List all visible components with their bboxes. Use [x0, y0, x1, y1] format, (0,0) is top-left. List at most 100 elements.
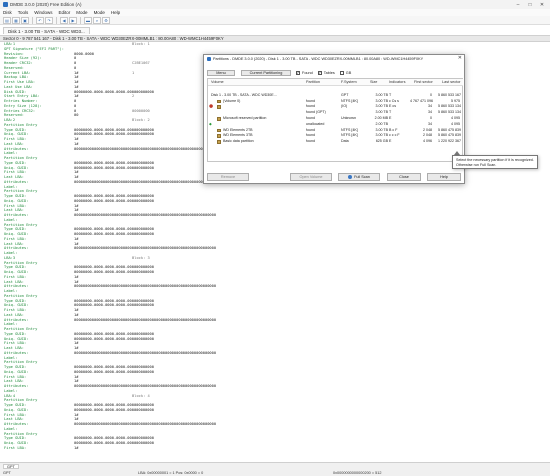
partition-last-sector: 5 860 475 839 — [438, 127, 461, 132]
col-first-sector[interactable]: First sector — [414, 80, 433, 84]
save-icon[interactable]: ▬ — [84, 16, 92, 24]
window-titlebar: DMDE 3.0.0 (2020) Free Edition (A) – □ ✕ — [0, 0, 550, 9]
open-disk-icon[interactable]: ▤ — [3, 16, 11, 24]
open-volume-button[interactable]: Open Volume — [290, 173, 332, 181]
col-volume[interactable]: Volume — [211, 80, 224, 84]
partition-indicators: c c c F — [389, 133, 400, 138]
status-offset: 0x0000000000000200 = 512 — [333, 471, 382, 475]
col-size[interactable]: Size — [370, 80, 377, 84]
partition-fs: Unknown — [341, 116, 356, 120]
dialog-titlebar: Partitions - DMDE 3.0.0 (2020) - Disk 1 … — [204, 55, 464, 62]
partition-size: 3.00 TB — [375, 110, 388, 115]
partition-first-sector: 34 — [428, 104, 432, 109]
menu-item-editor[interactable]: Editor — [59, 10, 71, 15]
partition-first-sector: 34 — [428, 110, 432, 115]
app-icon — [3, 2, 8, 7]
menu-item-disk[interactable]: Disk — [3, 10, 12, 15]
dialog-title: Partitions - DMDE 3.0.0 (2020) - Disk 1 … — [213, 56, 424, 61]
close-button[interactable]: Close — [387, 173, 421, 181]
partition-row[interactable]: Microsoft reserved partition found Unknown… — [208, 116, 463, 122]
current-partitioning-button[interactable]: Current Partitioning — [241, 69, 291, 76]
partition-row[interactable] — [208, 87, 463, 93]
full-scan-label: Full Scan — [354, 175, 370, 179]
menu-button[interactable]: Menu — [207, 69, 235, 76]
partition-status: found (GPT) — [306, 110, 326, 115]
partition-row[interactable]: Basic data partition found Data 625 GB E 4 09… — [208, 139, 463, 145]
partition-status: found — [306, 98, 315, 103]
partition-volume: Microsoft reserved partition — [223, 116, 267, 120]
col-last-sector[interactable]: Last sector — [442, 80, 461, 84]
disk-tab[interactable]: Disk 1 - 3.00 TB - SATA - WDC WD3... — [3, 26, 90, 34]
template-row[interactable]: First LBA: 1# — [4, 446, 544, 451]
window-controls: – □ ✕ — [512, 0, 548, 9]
dialog-app-icon — [207, 56, 211, 61]
partition-volume: Basic data partition — [223, 139, 254, 144]
col-fsystem[interactable]: F.System — [341, 80, 357, 84]
menu-item-help[interactable]: Help — [111, 10, 120, 15]
partition-row[interactable]: ◆ unallocated 2.00 TB 34 4 095 — [208, 122, 463, 128]
forward-icon[interactable]: ▶ — [69, 16, 77, 24]
partition-indicators: c Cs s — [389, 98, 399, 103]
col-partition[interactable]: Partition — [306, 80, 320, 84]
partition-row[interactable]: ⬤ found (IO) 3.00 TB E cs 34 5 860 533 134 — [208, 104, 463, 110]
tables-checkbox[interactable]: ✓ Tables — [317, 70, 335, 75]
partition-row[interactable]: (Volume 0) found NTFS [4K] 3.00 TB c Cs s 4 7… — [208, 99, 463, 105]
partition-status: found — [306, 116, 315, 120]
full-scan-button[interactable]: Full Scan — [338, 173, 380, 181]
partition-fs: (IO) — [341, 104, 348, 109]
partitions-table: Volume Partition F.System Size Indicator… — [207, 78, 463, 162]
col-indicators[interactable]: Indicators — [389, 80, 405, 84]
partition-first-sector: 0 — [430, 92, 432, 97]
menu-item-tools[interactable]: Tools — [18, 10, 29, 15]
dialog-close-icon[interactable]: ✕ — [458, 55, 462, 61]
menu-item-mode[interactable]: Mode — [94, 10, 105, 15]
partitions-icon[interactable]: ▦ — [12, 16, 20, 24]
tables-label: Tables — [323, 70, 335, 75]
partitions-dialog: Partitions - DMDE 3.0.0 (2020) - Disk 1 … — [203, 54, 465, 184]
redo-icon[interactable]: ↷ — [45, 16, 53, 24]
template-field-value[interactable]: 1# — [74, 446, 78, 451]
file-icon[interactable]: ▣ — [21, 16, 29, 24]
status-tab-gpt[interactable]: GPT — [3, 464, 19, 469]
partition-status: found — [306, 139, 315, 144]
full-scan-icon — [348, 175, 353, 179]
remove-button[interactable]: Remove — [207, 173, 249, 181]
partition-first-sector: 2 048 — [423, 133, 432, 138]
gb-checkbox[interactable]: GB — [339, 70, 352, 75]
dialog-controls: Menu Current Partitioning ✓ Found ✓ Tabl… — [207, 69, 463, 76]
row-mark-icon: ⬤ — [209, 104, 214, 109]
close-icon[interactable]: ✕ — [536, 0, 548, 9]
gb-label: GB — [345, 70, 352, 75]
back-icon[interactable]: ◀ — [60, 16, 68, 24]
find-icon[interactable]: ⌕ — [93, 16, 101, 24]
partition-row[interactable]: WD Elements 2TB found NTFS [4K] 3.00 TB B c … — [208, 128, 463, 134]
partition-indicators: E — [389, 139, 392, 144]
help-button[interactable]: Help — [427, 173, 461, 181]
maximize-icon[interactable]: □ — [524, 0, 536, 9]
partition-indicators: B c F — [389, 127, 398, 132]
partition-status: found — [306, 127, 315, 132]
partition-row[interactable]: Disk 1 - 3.00 TB - SATA - WDC WD30E... GP… — [208, 93, 463, 99]
status-bar: GPT GPT LBA: 0x00000001 = 1 Pos: 0x0000 … — [0, 462, 550, 476]
partition-fs: NTFS [4K] — [341, 127, 358, 132]
menu-item-windows[interactable]: Windows — [34, 10, 52, 15]
partition-size: 3.00 TB — [375, 98, 388, 103]
partition-row[interactable]: WD Elements 3TB found NTFS [4K] 3.00 TB c c … — [208, 133, 463, 139]
partition-fs: NTFS [4K] — [341, 98, 358, 103]
menu-item-mode[interactable]: Mode — [76, 10, 87, 15]
minimize-icon[interactable]: – — [512, 0, 524, 9]
found-checkbox[interactable]: ✓ Found — [296, 70, 313, 75]
sector-info: Sector 0 - 9 787 541 167 - Disk 1 - 3.00… — [3, 36, 224, 41]
partition-last-sector: 5 860 533 134 — [438, 110, 461, 115]
partition-indicators: E cs — [389, 104, 396, 109]
volume-icon — [217, 134, 221, 138]
partition-size: 3.00 TB — [375, 104, 388, 109]
partition-last-sector: 5 975 — [451, 98, 460, 103]
partition-row[interactable]: found (GPT) 3.00 TB T 34 5 860 533 134 — [208, 110, 463, 116]
undo-icon[interactable]: ↶ — [36, 16, 44, 24]
options-icon[interactable]: ⚙ — [102, 16, 110, 24]
partition-status: unallocated — [306, 121, 325, 126]
partition-first-sector: 4 767 471 096 — [410, 98, 433, 103]
partition-indicators: E — [389, 116, 392, 120]
sector-header: Sector 0 - 9 787 541 167 - Disk 1 - 3.00… — [0, 35, 550, 42]
